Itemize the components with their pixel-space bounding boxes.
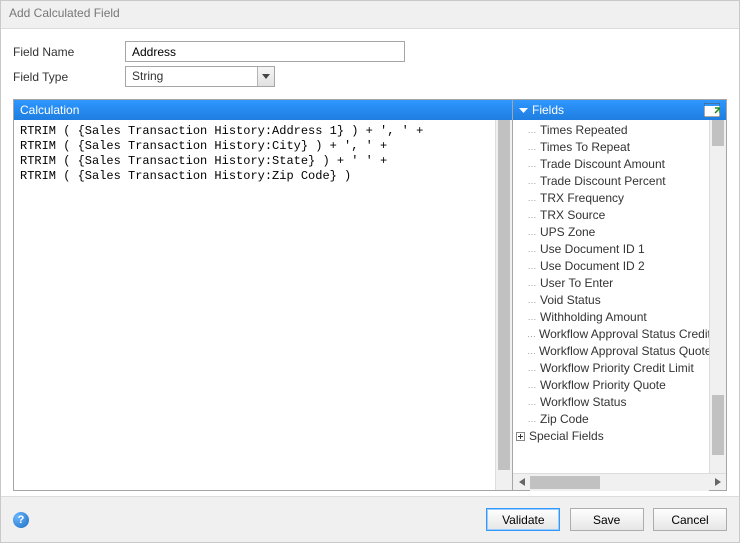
tree-item-label: Times Repeated — [540, 122, 628, 139]
tree-item[interactable]: …Void Status — [513, 292, 709, 309]
calc-scrollbar[interactable] — [495, 120, 512, 490]
tree-connector-icon: … — [527, 326, 536, 343]
tree-item-label: User To Enter — [540, 275, 613, 292]
chevron-down-icon[interactable] — [257, 67, 274, 86]
expand-icon[interactable] — [515, 431, 526, 442]
tree-item[interactable]: …Withholding Amount — [513, 309, 709, 326]
window-title: Add Calculated Field — [9, 6, 120, 20]
tree-parent-item[interactable]: Special Fields — [513, 428, 709, 445]
fields-tree-body: …Times Repeated…Times To Repeat…Trade Di… — [513, 120, 726, 473]
tree-item-label: Workflow Status — [540, 394, 626, 411]
fields-menu-icon[interactable] — [519, 108, 528, 113]
tree-item-label: TRX Source — [540, 207, 605, 224]
tree-item-label: Workflow Priority Quote — [540, 377, 666, 394]
calculation-header: Calculation — [14, 100, 512, 120]
tree-item[interactable]: …Workflow Priority Credit Limit — [513, 360, 709, 377]
tree-item[interactable]: …Trade Discount Amount — [513, 156, 709, 173]
field-name-label: Field Name — [13, 45, 125, 59]
tree-item[interactable]: …Times Repeated — [513, 122, 709, 139]
save-button[interactable]: Save — [570, 508, 644, 531]
tree-item[interactable]: …Workflow Priority Quote — [513, 377, 709, 394]
tree-item-label: TRX Frequency — [540, 190, 624, 207]
fields-header: Fields — [513, 100, 726, 120]
scroll-left-icon[interactable] — [513, 474, 530, 491]
tree-connector-icon: … — [527, 139, 537, 156]
tree-item-label: Times To Repeat — [540, 139, 630, 156]
tree-connector-icon: … — [527, 360, 537, 377]
tree-item[interactable]: …TRX Source — [513, 207, 709, 224]
field-type-row: Field Type String — [13, 66, 727, 87]
tree-connector-icon: … — [527, 241, 537, 258]
fields-scrollbar[interactable] — [709, 120, 726, 473]
tree-connector-icon: … — [527, 207, 537, 224]
fields-hscroll[interactable] — [513, 473, 726, 490]
tree-connector-icon: … — [527, 275, 537, 292]
fields-panel: Fields …Times Repeated…Times To Repeat…T… — [513, 100, 726, 490]
tree-item-label: UPS Zone — [540, 224, 595, 241]
tree-item-label: Workflow Approval Status Credit Limit — [539, 326, 709, 343]
tree-connector-icon: … — [527, 122, 537, 139]
tree-connector-icon: … — [527, 411, 537, 428]
tree-item[interactable]: …User To Enter — [513, 275, 709, 292]
calc-scrollbar-thumb[interactable] — [498, 120, 510, 470]
fields-header-label: Fields — [532, 103, 564, 117]
main-area: Calculation Fields — [13, 99, 727, 491]
field-type-label: Field Type — [13, 70, 125, 84]
scroll-right-icon[interactable] — [709, 474, 726, 491]
button-group: Validate Save Cancel — [480, 508, 727, 531]
field-type-select[interactable]: String — [125, 66, 275, 87]
tree-item[interactable]: …Trade Discount Percent — [513, 173, 709, 190]
field-name-row: Field Name — [13, 41, 727, 62]
tree-connector-icon: … — [527, 224, 537, 241]
fields-scroll-up-icon[interactable] — [712, 120, 724, 146]
calculation-panel: Calculation — [14, 100, 513, 490]
tree-item-label: Withholding Amount — [540, 309, 647, 326]
tree-item-label: Trade Discount Amount — [540, 156, 665, 173]
tree-item[interactable]: …UPS Zone — [513, 224, 709, 241]
footer: ? Validate Save Cancel — [1, 496, 739, 542]
tree-connector-icon: … — [527, 292, 537, 309]
tree-item[interactable]: …Use Document ID 1 — [513, 241, 709, 258]
tree-item-label: Trade Discount Percent — [540, 173, 666, 190]
tree-connector-icon: … — [527, 156, 537, 173]
form-area: Field Name Field Type String — [1, 29, 739, 99]
window-icon[interactable] — [704, 103, 720, 117]
tree-item[interactable]: …TRX Frequency — [513, 190, 709, 207]
tree-connector-icon: … — [527, 309, 537, 326]
cancel-button[interactable]: Cancel — [653, 508, 727, 531]
tree-item[interactable]: …Workflow Approval Status Credit Limit — [513, 326, 709, 343]
help-icon[interactable]: ? — [13, 512, 29, 528]
tree-connector-icon: … — [527, 173, 537, 190]
tree-connector-icon: … — [527, 394, 537, 411]
tree-connector-icon: … — [527, 343, 536, 360]
tree-item-label: Workflow Priority Credit Limit — [540, 360, 694, 377]
tree-item[interactable]: …Workflow Approval Status Quote — [513, 343, 709, 360]
hscroll-thumb[interactable] — [530, 476, 600, 489]
help-label: ? — [18, 514, 25, 526]
tree-connector-icon: … — [527, 190, 537, 207]
hscroll-track[interactable] — [530, 474, 709, 491]
fields-scrollbar-thumb[interactable] — [712, 395, 724, 455]
tree-parent-label: Special Fields — [529, 428, 604, 445]
tree-item-label: Workflow Approval Status Quote — [539, 343, 709, 360]
tree-connector-icon: … — [527, 258, 537, 275]
tree-item-label: Use Document ID 1 — [540, 241, 645, 258]
title-bar: Add Calculated Field — [1, 1, 739, 29]
tree-item[interactable]: …Workflow Status — [513, 394, 709, 411]
calculation-header-label: Calculation — [20, 103, 79, 117]
fields-tree[interactable]: …Times Repeated…Times To Repeat…Trade Di… — [513, 120, 709, 473]
field-name-input[interactable] — [125, 41, 405, 62]
tree-item[interactable]: …Times To Repeat — [513, 139, 709, 156]
tree-connector-icon: … — [527, 377, 537, 394]
tree-item-label: Void Status — [540, 292, 601, 309]
validate-button[interactable]: Validate — [486, 508, 560, 531]
tree-item-label: Zip Code — [540, 411, 589, 428]
tree-item[interactable]: …Use Document ID 2 — [513, 258, 709, 275]
tree-item-label: Use Document ID 2 — [540, 258, 645, 275]
field-type-value: String — [125, 66, 275, 87]
tree-item[interactable]: …Zip Code — [513, 411, 709, 428]
calculation-textarea[interactable] — [14, 120, 495, 490]
calculation-body — [14, 120, 512, 490]
